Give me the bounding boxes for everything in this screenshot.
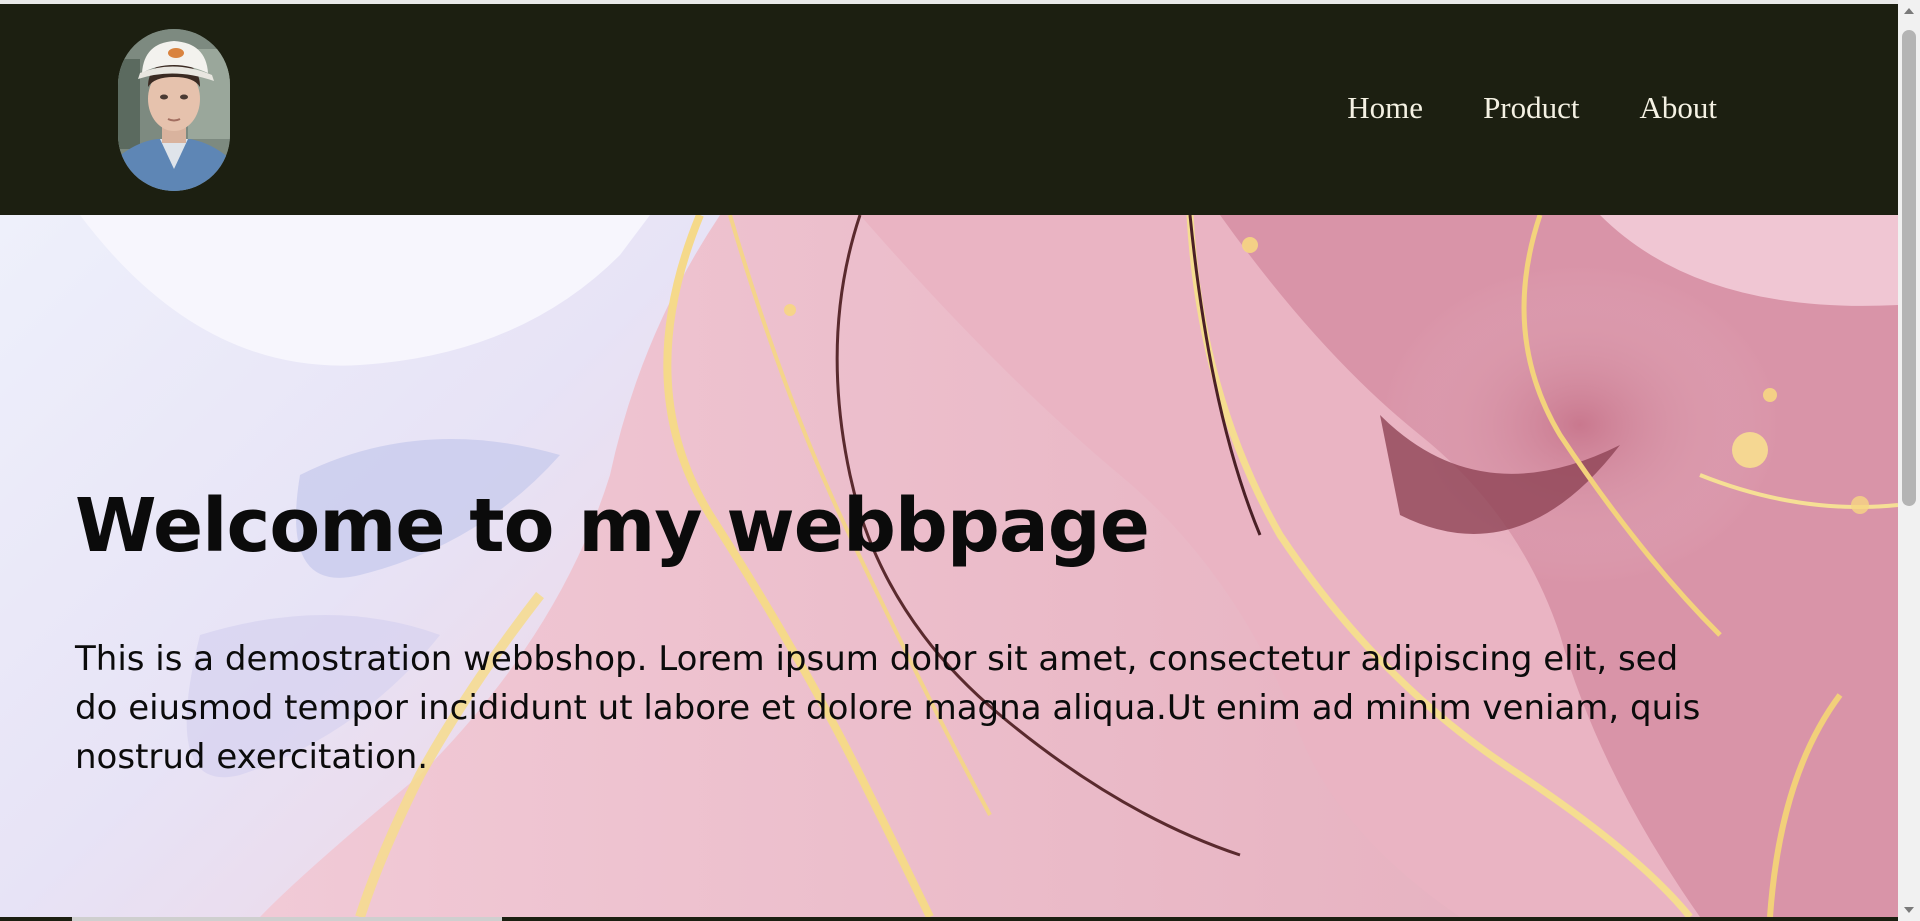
nav-home-link[interactable]: Home <box>1347 92 1423 123</box>
scrollbar-thumb[interactable] <box>1902 30 1916 506</box>
scroll-down-icon[interactable] <box>1904 907 1914 913</box>
nav-product-link[interactable]: Product <box>1483 92 1579 123</box>
site-header: Home Product About <box>0 4 1898 215</box>
scroll-up-icon[interactable] <box>1904 8 1914 14</box>
avatar-photo <box>118 29 230 191</box>
avatar[interactable] <box>118 29 230 191</box>
hero-description: This is a demostration webbshop. Lorem i… <box>75 639 1701 777</box>
vertical-scrollbar[interactable] <box>1898 0 1920 921</box>
hero-section: Welcome to my webbpage This is a demostr… <box>0 215 1898 917</box>
main-nav: Home Product About <box>1347 92 1717 123</box>
hero-title: Welcome to my webbpage <box>75 483 1150 569</box>
nav-about-link[interactable]: About <box>1640 92 1718 123</box>
bottom-divider <box>0 917 1898 921</box>
bottom-divider-segment <box>72 917 502 921</box>
